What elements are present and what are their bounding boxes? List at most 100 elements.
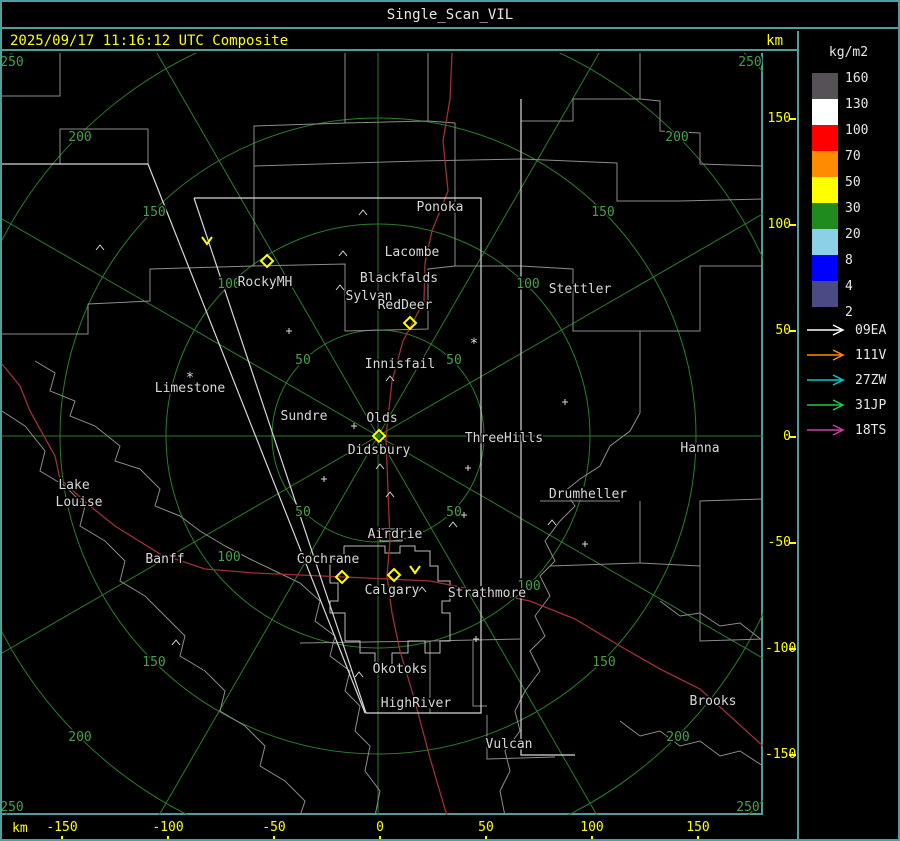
radar-legend-entry[interactable]: 09EA <box>805 323 897 338</box>
color-scale-value: 160 <box>845 71 869 86</box>
ring-distance-label: 250 <box>2 55 24 70</box>
color-scale-value: 100 <box>845 123 869 138</box>
y-axis-tick-label: 0 <box>783 429 791 444</box>
color-scale-value: 8 <box>845 253 853 268</box>
county-boundary <box>253 158 522 167</box>
ring-distance-label: 150 <box>592 655 615 670</box>
y-axis-tick <box>789 330 796 332</box>
radar-app-window: Single_Scan_VIL 2025/09/17 11:16:12 UTC … <box>0 0 900 841</box>
color-scale-value: 4 <box>845 279 853 294</box>
county-boundary <box>659 600 764 642</box>
city-label: Okotoks <box>373 662 428 677</box>
x-axis-tick <box>379 836 381 839</box>
x-axis-tick <box>697 836 699 839</box>
y-axis-tick-label: -50 <box>767 535 791 550</box>
x-axis-tick <box>485 836 487 839</box>
radar-map-canvas[interactable]: 50 5050 50100 100100100150 150150 150200 20020… <box>2 2 898 839</box>
radar-legend-entry[interactable]: 111V <box>805 348 897 363</box>
y-axis-tick-label: -150 <box>765 747 797 762</box>
city-label: HighRiver <box>381 696 452 711</box>
radar-arrow-icon <box>807 374 845 386</box>
city-label: RockyMH <box>238 275 293 290</box>
city-label: Sundre <box>281 409 328 424</box>
x-axis-tick-label: -100 <box>152 820 184 835</box>
radar-id: 111V <box>855 348 887 363</box>
color-scale-swatch <box>812 99 838 125</box>
city-label: Drumheller <box>549 487 627 502</box>
x-axis-tick-label: 100 <box>580 820 604 835</box>
ring-distance-label: 200 <box>68 130 91 145</box>
ring-distance-label: 50 <box>446 505 462 520</box>
color-scale-swatch <box>812 151 838 177</box>
county-boundary <box>455 265 641 413</box>
city-label: Calgary <box>365 583 420 598</box>
color-scale-value: 70 <box>845 149 861 164</box>
city-label: Vulcan <box>486 737 533 752</box>
county-boundary <box>619 720 764 767</box>
city-label: Limestone <box>155 381 226 396</box>
radar-legend-entry[interactable]: 18TS <box>805 423 897 438</box>
city-label: Stettler <box>549 282 612 297</box>
ring-distance-label: 250 <box>736 800 759 815</box>
title-bar: Single_Scan_VIL <box>2 2 898 29</box>
city-label: Airdrie <box>368 527 423 542</box>
y-axis-tick <box>789 542 796 544</box>
ring-distance-label: 50 <box>446 353 462 368</box>
radar-legend-entry[interactable]: 27ZW <box>805 373 897 388</box>
color-scale-swatch <box>812 203 838 229</box>
info-bar: 2025/09/17 11:16:12 UTC Composite km <box>2 31 797 51</box>
town-caret-marker <box>95 244 105 251</box>
city-label: Lacombe <box>385 245 440 260</box>
county-boundary <box>472 641 487 707</box>
y-axis-tick-label: 150 <box>767 111 791 126</box>
window-title: Single_Scan_VIL <box>386 6 514 23</box>
radar-arrow-icon <box>807 349 845 361</box>
town-caret-marker <box>375 463 385 470</box>
y-axis-unit: km <box>766 33 783 49</box>
city-label: RedDeer <box>378 298 433 313</box>
timestamp: 2025/09/17 11:16:12 UTC Composite <box>10 33 289 49</box>
ring-distance-label: 250 <box>2 800 24 815</box>
color-scale-swatch <box>812 177 838 203</box>
city-label: Innisfail <box>365 357 435 372</box>
color-scale-value: 30 <box>845 201 861 216</box>
county-boundary <box>34 360 381 817</box>
legend-panel: kg/m2 160 130 100 70 50 30 20 8 4 2 09EA 111V 27ZW 3… <box>797 31 898 839</box>
city-label: Olds <box>366 411 397 426</box>
county-boundary <box>2 410 306 817</box>
town-caret-marker <box>335 284 345 291</box>
y-axis: 150 100 50 0 -50 -100 -150 <box>765 53 797 817</box>
city-label: ThreeHills <box>465 431 543 446</box>
color-scale-value: 20 <box>845 227 861 242</box>
x-axis-tick-label: 50 <box>478 820 494 835</box>
radar-legend-entry[interactable]: 31JP <box>805 398 897 413</box>
color-scale-swatch <box>812 281 838 307</box>
x-axis-tick-label: -150 <box>46 820 78 835</box>
radar-id: 09EA <box>855 323 887 338</box>
x-axis-unit: km <box>12 821 28 836</box>
y-axis-tick <box>789 648 796 650</box>
town-caret-marker <box>547 519 557 526</box>
color-scale-swatch <box>812 125 838 151</box>
town-caret-marker <box>358 209 368 216</box>
town-caret-marker <box>385 491 395 498</box>
y-axis-tick-label: 50 <box>775 323 791 338</box>
color-scale-value: 130 <box>845 97 869 112</box>
x-axis-tick <box>167 836 169 839</box>
x-axis-tick-label: 150 <box>686 820 710 835</box>
city-label: Ponoka <box>417 200 464 215</box>
town-caret-marker <box>338 250 348 257</box>
county-boundary <box>427 120 456 161</box>
x-axis-tick <box>591 836 593 839</box>
county-boundary <box>549 501 641 567</box>
obs-star-marker: * <box>470 336 478 352</box>
ring-distance-label: 200 <box>666 730 689 745</box>
town-caret-marker <box>354 671 364 678</box>
city-label: Banff <box>145 552 184 567</box>
radar-map-display[interactable]: 50 50 50 50 100 100 100 100 150 150 150 150 200 200 20… <box>2 2 898 839</box>
y-axis-tick-label: 100 <box>767 217 791 232</box>
radar-coverage-outline <box>2 163 366 714</box>
ring-distance-label: 250 <box>738 55 761 70</box>
radar-arrow-icon <box>807 324 845 336</box>
y-axis-tick <box>789 224 796 226</box>
